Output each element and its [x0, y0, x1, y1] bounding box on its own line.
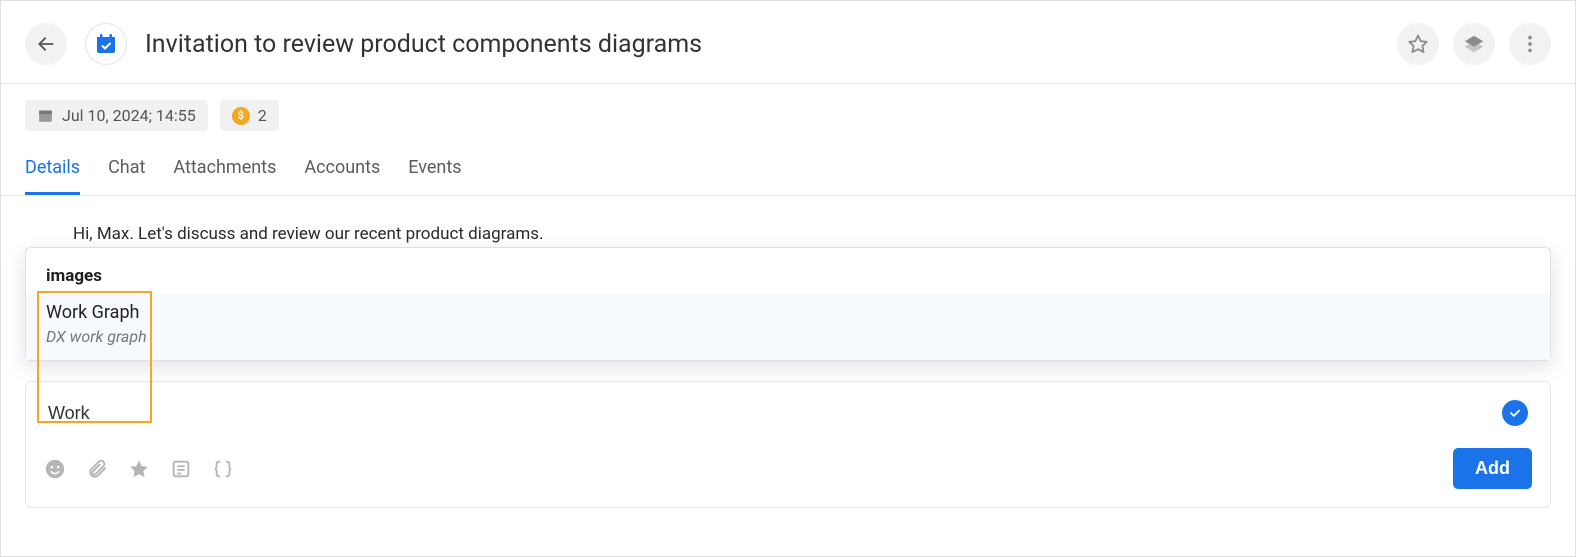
autocomplete-popup: images Work Graph DX work graph	[25, 247, 1551, 361]
comment-input[interactable]	[48, 403, 1502, 424]
calendar-icon	[37, 107, 54, 124]
note-icon	[170, 458, 192, 480]
back-button[interactable]	[25, 23, 67, 65]
favorite-button[interactable]	[1397, 23, 1439, 65]
input-ok-badge[interactable]	[1502, 400, 1528, 426]
meta-row: Jul 10, 2024; 14:55 $ 2	[1, 84, 1575, 139]
calendar-check-icon	[94, 32, 118, 56]
tab-accounts[interactable]: Accounts	[304, 157, 380, 195]
suggestion-subtitle: DX work graph	[46, 327, 1530, 346]
attachment-button[interactable]	[86, 458, 108, 480]
paperclip-icon	[86, 458, 108, 480]
highlight-overlay	[37, 291, 152, 423]
emoji-icon	[44, 458, 66, 480]
tab-details[interactable]: Details	[25, 157, 80, 195]
code-button[interactable]	[212, 458, 234, 480]
tab-events[interactable]: Events	[408, 157, 461, 195]
tab-attachments[interactable]: Attachments	[173, 157, 276, 195]
star-icon	[1407, 33, 1429, 55]
date-chip[interactable]: Jul 10, 2024; 14:55	[25, 100, 208, 131]
page-title: Invitation to review product components …	[145, 30, 1397, 59]
comment-input-row	[26, 382, 1550, 436]
star-button[interactable]	[128, 458, 150, 480]
layers-icon	[1463, 33, 1485, 55]
comment-toolbar: Add	[26, 436, 1550, 507]
star-filled-icon	[128, 458, 150, 480]
arrow-left-icon	[36, 34, 56, 54]
check-icon	[1508, 406, 1522, 420]
tab-chat[interactable]: Chat	[108, 157, 145, 195]
add-button[interactable]: Add	[1453, 448, 1532, 489]
suggestion-item[interactable]: Work Graph DX work graph	[26, 294, 1550, 360]
note-button[interactable]	[170, 458, 192, 480]
points-chip[interactable]: $ 2	[220, 100, 279, 131]
emoji-button[interactable]	[44, 458, 66, 480]
popup-section-title: images	[26, 248, 1550, 294]
comment-box: Add	[25, 381, 1551, 508]
more-button[interactable]	[1509, 23, 1551, 65]
header-bar: Invitation to review product components …	[1, 1, 1575, 84]
layers-button[interactable]	[1453, 23, 1495, 65]
suggestion-title: Work Graph	[46, 302, 1530, 323]
coin-icon: $	[232, 107, 250, 125]
date-text: Jul 10, 2024; 14:55	[62, 106, 196, 125]
tabs-bar: Details Chat Attachments Accounts Events	[1, 139, 1575, 196]
points-value: 2	[258, 106, 267, 125]
braces-icon	[212, 458, 234, 480]
more-vertical-icon	[1519, 33, 1541, 55]
event-type-icon-wrap	[85, 23, 127, 65]
header-actions	[1397, 23, 1551, 65]
